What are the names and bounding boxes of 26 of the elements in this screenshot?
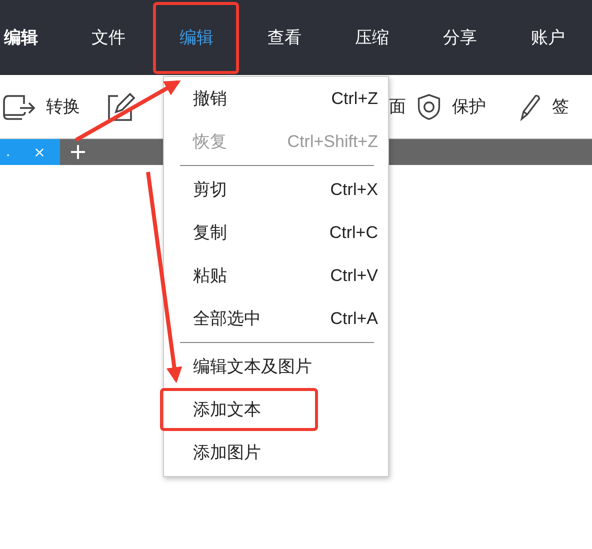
menu-item[interactable]: 粘贴 Ctrl+V: [164, 254, 388, 297]
menu-item[interactable]: 添加图片: [164, 431, 388, 474]
toolbar-label[interactable]: 签: [552, 95, 569, 118]
toolbar-label[interactable]: 转换: [46, 95, 80, 118]
menu-item[interactable]: 编辑文本及图片: [164, 345, 388, 388]
document-arrow-icon[interactable]: [2, 92, 36, 120]
menu-bar-item[interactable]: 分享: [417, 2, 504, 74]
menu-item[interactable]: 添加文本: [160, 388, 318, 431]
menu-bar-item[interactable]: 文件: [65, 2, 152, 74]
add-tab-icon[interactable]: [70, 144, 86, 160]
pen-icon[interactable]: [518, 92, 542, 120]
tab-title: .: [6, 144, 10, 160]
close-icon[interactable]: [35, 148, 44, 156]
menu-item[interactable]: 撤销 Ctrl+Z: [164, 77, 388, 120]
menu-item[interactable]: 剪切 Ctrl+X: [164, 168, 388, 211]
pencil-square-icon[interactable]: [106, 92, 136, 122]
menu-bar-item[interactable]: 账户: [505, 2, 592, 74]
menu-bar-item[interactable]: 查看: [241, 2, 328, 74]
menu-bar-item[interactable]: 压缩: [329, 2, 416, 74]
menu-bar-item[interactable]: 编辑: [153, 2, 240, 74]
toolbar-label[interactable]: 保护: [452, 95, 486, 118]
menu-item[interactable]: 全部选中 Ctrl+A: [164, 297, 388, 340]
app-title: 编辑: [4, 27, 39, 49]
menu-item[interactable]: 复制 Ctrl+C: [164, 211, 388, 254]
shield-icon[interactable]: [416, 92, 442, 120]
toolbar-label[interactable]: 面: [389, 95, 406, 118]
